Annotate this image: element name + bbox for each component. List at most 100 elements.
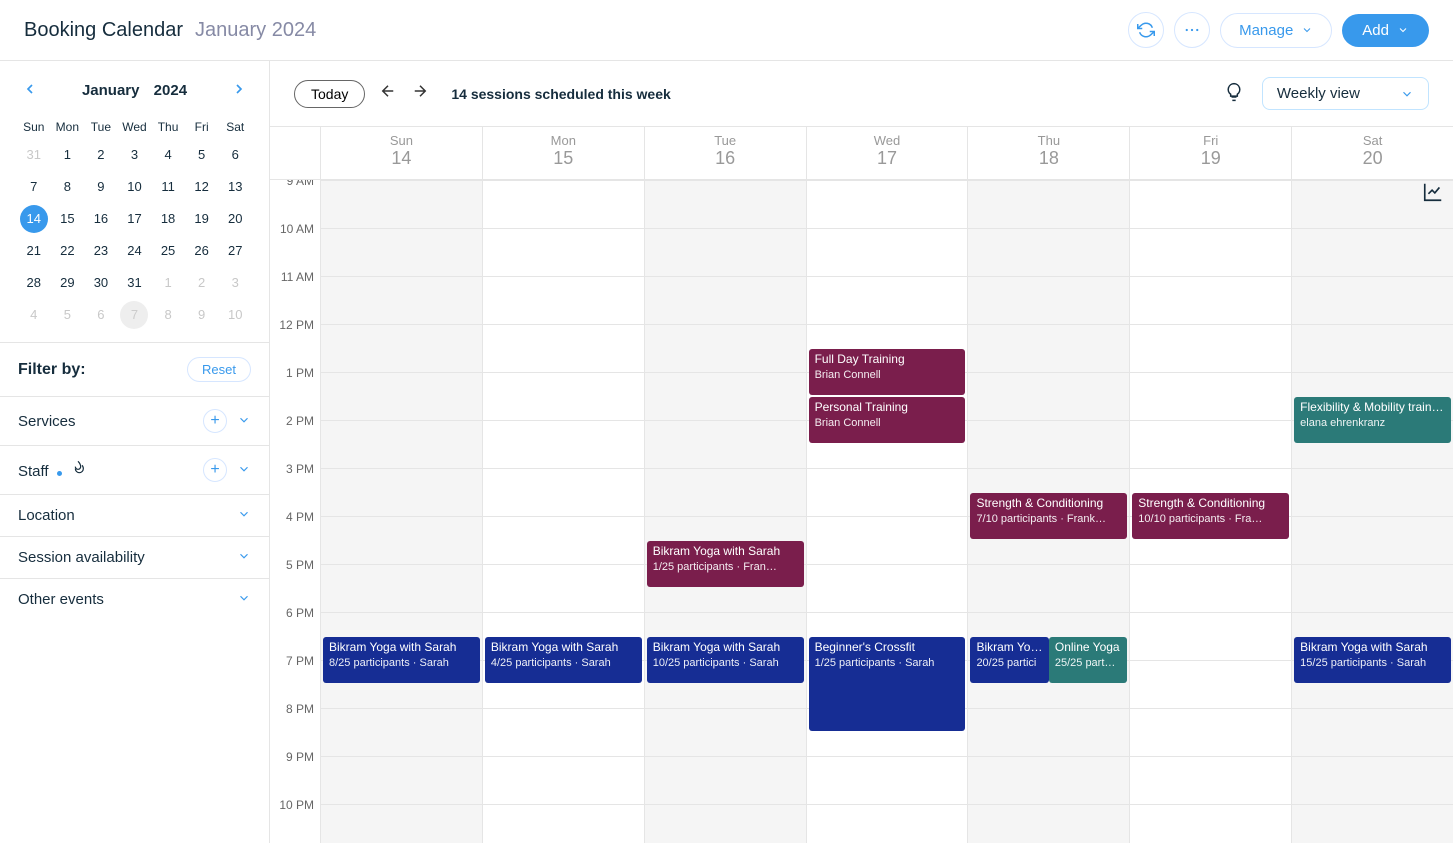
calendar-event[interactable]: Strength & Conditioning10/10 participant…	[1132, 493, 1289, 539]
mini-cal-day[interactable]: 16	[87, 205, 115, 233]
mini-cal-day[interactable]: 20	[221, 205, 249, 233]
calendar-event[interactable]: Bikram Yoga with Sarah4/25 participants …	[485, 637, 642, 683]
hour-cell[interactable]	[1130, 180, 1291, 228]
mini-cal-day[interactable]: 11	[154, 173, 182, 201]
hour-cell[interactable]	[645, 468, 806, 516]
hour-cell[interactable]	[321, 228, 482, 276]
mini-cal-day[interactable]: 10	[221, 301, 249, 329]
mini-cal-day[interactable]: 4	[20, 301, 48, 329]
hour-cell[interactable]	[968, 564, 1129, 612]
hour-cell[interactable]	[321, 180, 482, 228]
hour-cell[interactable]	[483, 324, 644, 372]
hour-cell[interactable]	[807, 564, 968, 612]
calendar-event[interactable]: Bikram Yoga with Sarah15/25 participants…	[1294, 637, 1451, 683]
mini-cal-day[interactable]: 3	[120, 141, 148, 169]
plus-icon[interactable]: +	[203, 458, 227, 482]
mini-cal-day[interactable]: 13	[221, 173, 249, 201]
mini-cal-day[interactable]: 7	[20, 173, 48, 201]
mini-cal-day[interactable]: 5	[188, 141, 216, 169]
hour-cell[interactable]	[321, 276, 482, 324]
analytics-icon[interactable]	[1422, 181, 1444, 203]
filter-row-services[interactable]: Services+	[0, 396, 269, 445]
hour-cell[interactable]	[807, 468, 968, 516]
hour-cell[interactable]	[483, 804, 644, 843]
hour-cell[interactable]	[968, 804, 1129, 843]
hour-cell[interactable]	[807, 228, 968, 276]
hour-cell[interactable]	[321, 564, 482, 612]
hour-cell[interactable]	[807, 756, 968, 804]
hour-cell[interactable]	[1292, 564, 1453, 612]
calendar-event[interactable]: Bikram Yoga20/25 partici	[970, 637, 1048, 683]
hour-cell[interactable]	[645, 804, 806, 843]
hour-cell[interactable]	[321, 516, 482, 564]
hour-cell[interactable]	[968, 756, 1129, 804]
today-button[interactable]: Today	[294, 80, 365, 108]
manage-button[interactable]: Manage	[1220, 13, 1332, 48]
mini-cal-day[interactable]: 17	[120, 205, 148, 233]
hour-cell[interactable]	[968, 180, 1129, 228]
hour-cell[interactable]	[321, 708, 482, 756]
mini-cal-day[interactable]: 1	[154, 269, 182, 297]
hour-cell[interactable]	[645, 372, 806, 420]
hour-cell[interactable]	[645, 708, 806, 756]
mini-cal-day[interactable]: 15	[53, 205, 81, 233]
filter-row-staff[interactable]: Staff +	[0, 445, 269, 494]
hour-cell[interactable]	[483, 516, 644, 564]
filter-row-other-events[interactable]: Other events	[0, 578, 269, 620]
mini-cal-day[interactable]: 4	[154, 141, 182, 169]
hour-cell[interactable]	[1130, 372, 1291, 420]
hour-cell[interactable]	[1292, 756, 1453, 804]
mini-cal-day[interactable]: 8	[154, 301, 182, 329]
mini-cal-prev[interactable]	[18, 77, 42, 104]
mini-cal-day[interactable]: 22	[53, 237, 81, 265]
mini-cal-day[interactable]: 21	[20, 237, 48, 265]
hour-cell[interactable]	[483, 372, 644, 420]
hour-cell[interactable]	[1130, 564, 1291, 612]
mini-cal-day[interactable]: 2	[188, 269, 216, 297]
mini-cal-day[interactable]: 9	[87, 173, 115, 201]
hour-cell[interactable]	[645, 276, 806, 324]
hour-cell[interactable]	[807, 804, 968, 843]
mini-cal-day[interactable]: 19	[188, 205, 216, 233]
hour-cell[interactable]	[807, 516, 968, 564]
hour-cell[interactable]	[321, 756, 482, 804]
mini-cal-day[interactable]: 18	[154, 205, 182, 233]
hour-cell[interactable]	[321, 372, 482, 420]
hour-cell[interactable]	[968, 228, 1129, 276]
mini-cal-next[interactable]	[227, 77, 251, 104]
hour-cell[interactable]	[645, 324, 806, 372]
hour-cell[interactable]	[321, 468, 482, 516]
calendar-event[interactable]: Full Day TrainingBrian Connell	[809, 349, 966, 395]
calendar-event[interactable]: Flexibility & Mobility trainingelana ehr…	[1294, 397, 1451, 443]
hour-cell[interactable]	[645, 420, 806, 468]
hour-cell[interactable]	[483, 564, 644, 612]
mini-cal-day[interactable]: 10	[120, 173, 148, 201]
hour-cell[interactable]	[1130, 228, 1291, 276]
hour-cell[interactable]	[968, 420, 1129, 468]
hour-cell[interactable]	[1130, 324, 1291, 372]
mini-cal-day[interactable]: 27	[221, 237, 249, 265]
mini-cal-day[interactable]: 1	[53, 141, 81, 169]
hour-cell[interactable]	[1292, 228, 1453, 276]
mini-cal-day[interactable]: 24	[120, 237, 148, 265]
mini-cal-day[interactable]: 6	[221, 141, 249, 169]
mini-cal-day[interactable]: 9	[188, 301, 216, 329]
mini-cal-day[interactable]: 25	[154, 237, 182, 265]
hour-cell[interactable]	[968, 708, 1129, 756]
refresh-button[interactable]	[1128, 12, 1164, 48]
hour-cell[interactable]	[1130, 276, 1291, 324]
hour-cell[interactable]	[483, 180, 644, 228]
hour-cell[interactable]	[483, 708, 644, 756]
hour-cell[interactable]	[1292, 324, 1453, 372]
calendar-event[interactable]: Bikram Yoga with Sarah10/25 participants…	[647, 637, 804, 683]
hour-cell[interactable]	[1292, 516, 1453, 564]
hour-cell[interactable]	[483, 276, 644, 324]
mini-cal-day[interactable]: 7	[120, 301, 148, 329]
mini-cal-day[interactable]: 29	[53, 269, 81, 297]
mini-cal-day[interactable]: 30	[87, 269, 115, 297]
view-select[interactable]: Weekly view	[1262, 77, 1429, 110]
mini-cal-day[interactable]: 31	[20, 141, 48, 169]
calendar-event[interactable]: Bikram Yoga with Sarah8/25 participants …	[323, 637, 480, 683]
mini-cal-day[interactable]: 5	[53, 301, 81, 329]
hour-cell[interactable]	[483, 420, 644, 468]
